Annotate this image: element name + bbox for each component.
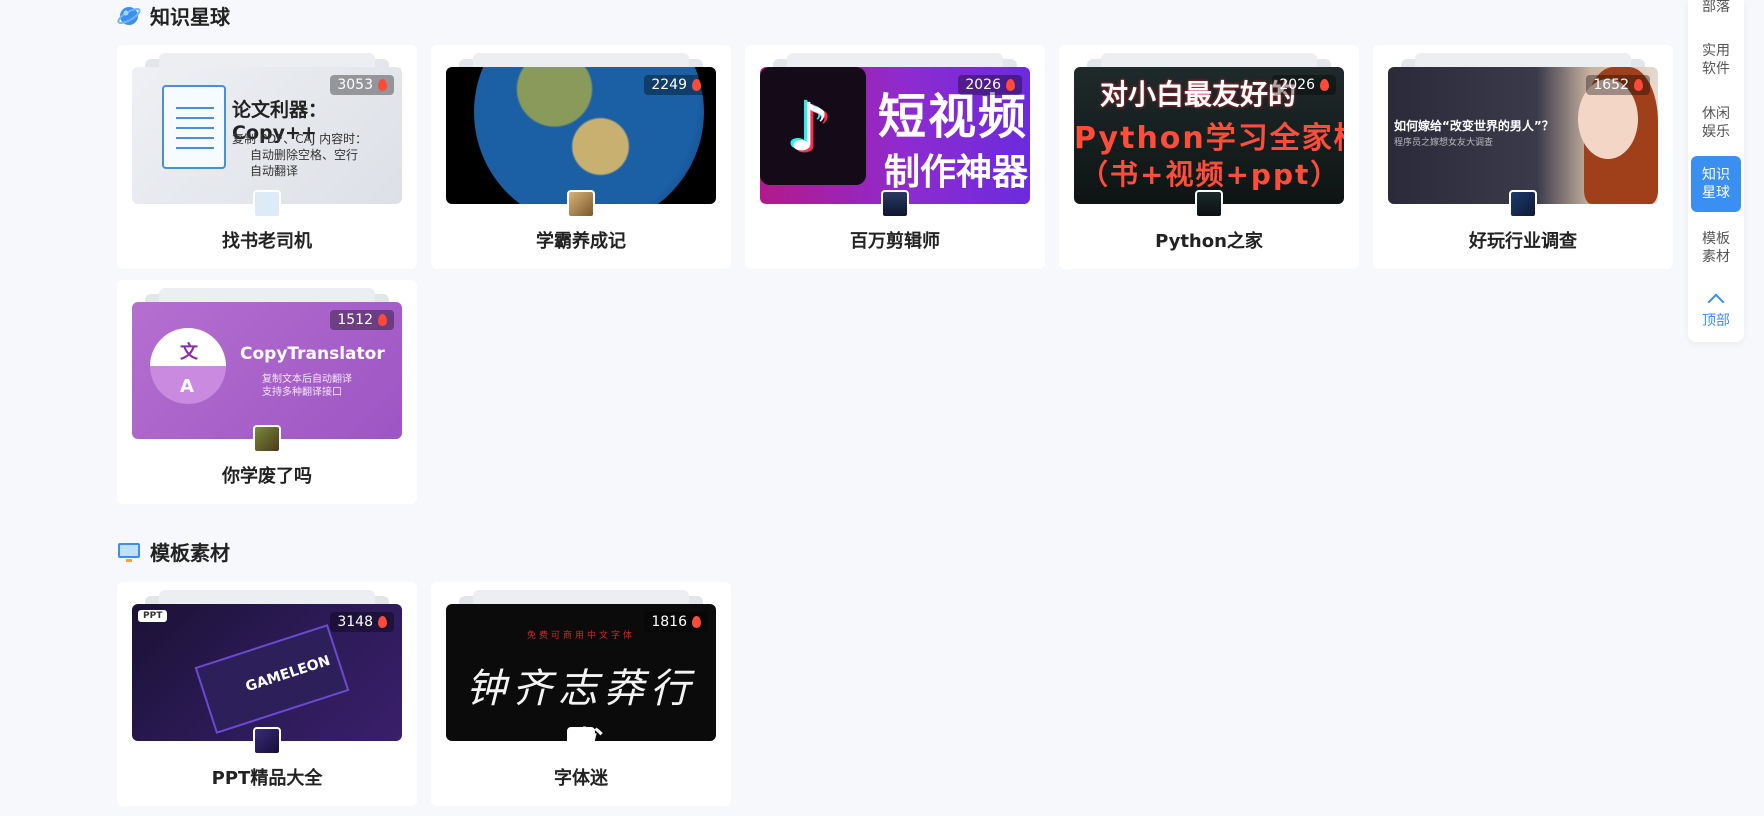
- popularity-badge: 1512: [330, 310, 394, 330]
- nav-item-knowledge-planet[interactable]: 知识 星球: [1691, 156, 1741, 212]
- card-stack: [1101, 53, 1317, 67]
- ppt-tag: PPT: [138, 610, 168, 622]
- fire-icon: [1634, 79, 1643, 91]
- thumb-title: 对小白最友好的: [1100, 78, 1297, 111]
- nav-item-templates[interactable]: 模板 素材: [1691, 230, 1741, 266]
- back-to-top-button[interactable]: 顶部: [1691, 290, 1741, 330]
- thumb-subtitle: 制作神器: [884, 152, 1029, 193]
- nav-item-tribe[interactable]: 部落: [1691, 0, 1741, 16]
- fire-icon: [1320, 79, 1329, 91]
- tiktok-logo-icon: ♪: [760, 67, 866, 185]
- count: 1652: [1593, 77, 1629, 93]
- fire-icon: [692, 616, 701, 628]
- fire-icon: [378, 314, 387, 326]
- card-stack: [1415, 53, 1631, 67]
- avatar: [1509, 190, 1537, 218]
- count: 1816: [651, 614, 687, 630]
- section-header-templates: 模板素材: [117, 537, 230, 566]
- chevron-up-icon: [1707, 293, 1725, 311]
- card-thumbnail[interactable]: ♪ 短视频 制作神器 2026: [760, 67, 1030, 204]
- popularity-badge: 2249: [644, 75, 708, 95]
- thumb-subtitle: 复制 PDF、CAJ 内容时：: [232, 132, 368, 146]
- count: 3148: [337, 614, 373, 630]
- popularity-badge: 3053: [330, 75, 394, 95]
- fire-icon: [1006, 79, 1015, 91]
- card-thumbnail[interactable]: PPT GAMELEON 3148: [132, 604, 402, 741]
- translate-glyph: A: [180, 376, 194, 397]
- popularity-badge: 3148: [330, 612, 394, 632]
- fire-icon: [378, 616, 387, 628]
- avatar: [253, 425, 281, 453]
- card-thumbnail[interactable]: 如何嫁给“改变世界的男人”？ 程序员之嫁想女友大调查 1652: [1388, 67, 1658, 204]
- card-title[interactable]: 你学废了吗: [117, 462, 417, 488]
- popularity-badge: 1816: [644, 612, 708, 632]
- card-title[interactable]: PPT精品大全: [117, 764, 417, 790]
- count: 2026: [965, 77, 1001, 93]
- card-title[interactable]: 学霸养成记: [431, 227, 731, 253]
- card-stack: [159, 288, 375, 302]
- thumb-line: Python学习全家桶: [1074, 121, 1344, 156]
- thumb-line: 自动翻译: [250, 164, 299, 178]
- fire-icon: [378, 79, 387, 91]
- avatar: [1195, 190, 1223, 218]
- card-stack: [787, 53, 1003, 67]
- avatar: [253, 190, 281, 218]
- thumb-line: （书+视频+ppt）: [1080, 158, 1341, 191]
- card-字体迷[interactable]: 免费可商用中文字体 钟齐志莽行书 1816 字体迷: [431, 582, 731, 806]
- popularity-badge: 2026: [1272, 75, 1336, 95]
- card-thumbnail[interactable]: 免费可商用中文字体 钟齐志莽行书 1816: [446, 604, 716, 741]
- avatar: [881, 190, 909, 218]
- card-你学废了吗[interactable]: 文 A CopyTranslator 复制文本后自动翻译 支持多种翻译接口 15…: [117, 280, 417, 504]
- thumb-line: 支持多种翻译接口: [262, 387, 342, 398]
- nav-item-entertainment[interactable]: 休闲 娱乐: [1691, 105, 1741, 141]
- card-title[interactable]: 百万剪辑师: [745, 227, 1045, 253]
- section-title: 知识星球: [150, 5, 230, 29]
- card-thumbnail[interactable]: 文 A CopyTranslator 复制文本后自动翻译 支持多种翻译接口 15…: [132, 302, 402, 439]
- translate-glyph: 文: [180, 342, 198, 363]
- card-百万剪辑师[interactable]: ♪ 短视频 制作神器 2026 百万剪辑师: [745, 45, 1045, 269]
- card-title[interactable]: 字体迷: [431, 764, 731, 790]
- card-title[interactable]: 好玩行业调查: [1373, 227, 1673, 253]
- popularity-badge: 2026: [958, 75, 1022, 95]
- card-title[interactable]: Python之家: [1059, 227, 1359, 253]
- card-stack: [159, 53, 375, 67]
- monitor-icon: [118, 542, 140, 562]
- count: 3053: [337, 77, 373, 93]
- document-icon: [162, 85, 226, 169]
- side-navigation: 部落 实用 软件 休闲 娱乐 知识 星球 模板 素材 顶部: [1688, 0, 1744, 342]
- count: 2026: [1279, 77, 1315, 93]
- thumb-subtitle: 程序员之嫁想女友大调查: [1394, 138, 1494, 148]
- avatar: [567, 190, 595, 218]
- card-title[interactable]: 找书老司机: [117, 227, 417, 253]
- thumb-title: CopyTranslator: [240, 344, 385, 364]
- back-to-top-label: 顶部: [1702, 313, 1730, 329]
- card-好玩行业调查[interactable]: 如何嫁给“改变世界的男人”？ 程序员之嫁想女友大调查 1652 好玩行业调查: [1373, 45, 1673, 269]
- section-header-knowledge-planet: 知识星球: [117, 1, 230, 30]
- card-学霸养成记[interactable]: 2249 学霸养成记: [431, 45, 731, 269]
- avatar: [253, 727, 281, 755]
- thumb-line: 自动删除空格、空行: [250, 148, 359, 162]
- count: 1512: [337, 312, 373, 328]
- card-thumbnail[interactable]: 2249: [446, 67, 716, 204]
- card-thumbnail[interactable]: 对小白最友好的 Python学习全家桶 （书+视频+ppt） 2026: [1074, 67, 1344, 204]
- card-thumbnail[interactable]: 论文利器：Copy++ 复制 PDF、CAJ 内容时： 自动删除空格、空行 自动…: [132, 67, 402, 204]
- card-stack: [159, 590, 375, 604]
- thumb-title: 如何嫁给“改变世界的男人”？: [1394, 119, 1554, 133]
- card-找书老司机[interactable]: 论文利器：Copy++ 复制 PDF、CAJ 内容时： 自动删除空格、空行 自动…: [117, 45, 417, 269]
- card-stack: [473, 53, 689, 67]
- card-ppt精品大全[interactable]: PPT GAMELEON 3148 PPT精品大全: [117, 582, 417, 806]
- count: 2249: [651, 77, 687, 93]
- planet-icon: [117, 6, 141, 25]
- card-stack: [473, 590, 689, 604]
- fire-icon: [692, 79, 701, 91]
- nav-item-software[interactable]: 实用 软件: [1691, 42, 1741, 78]
- card-python之家[interactable]: 对小白最友好的 Python学习全家桶 （书+视频+ppt） 2026 Pyth…: [1059, 45, 1359, 269]
- popularity-badge: 1652: [1586, 75, 1650, 95]
- section-title: 模板素材: [150, 541, 230, 565]
- avatar: [567, 727, 595, 755]
